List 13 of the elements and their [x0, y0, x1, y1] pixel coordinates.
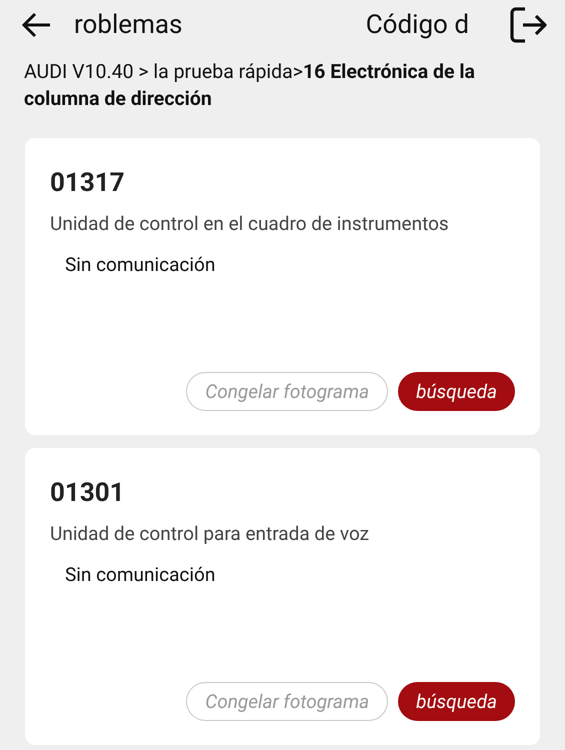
- exit-icon[interactable]: [509, 6, 547, 44]
- fault-code: 01301: [50, 478, 126, 508]
- breadcrumb: AUDI V10.40 > la prueba rápida>16 Electrónica de la columna de dirección: [24, 59, 476, 112]
- fault-description: Unidad de control en el cuadro de instrumentos: [50, 212, 450, 235]
- back-icon[interactable]: [22, 12, 52, 38]
- fault-code: 01317: [50, 168, 126, 198]
- fault-status: Sin comunicación: [65, 563, 216, 586]
- header-title: roblemas: [74, 10, 184, 40]
- search-button[interactable]: búsqueda: [398, 372, 515, 411]
- search-button[interactable]: búsqueda: [398, 682, 515, 721]
- fault-description: Unidad de control para entrada de voz: [50, 522, 370, 545]
- header-title: Código d: [366, 10, 469, 40]
- fault-status: Sin comunicación: [65, 253, 216, 276]
